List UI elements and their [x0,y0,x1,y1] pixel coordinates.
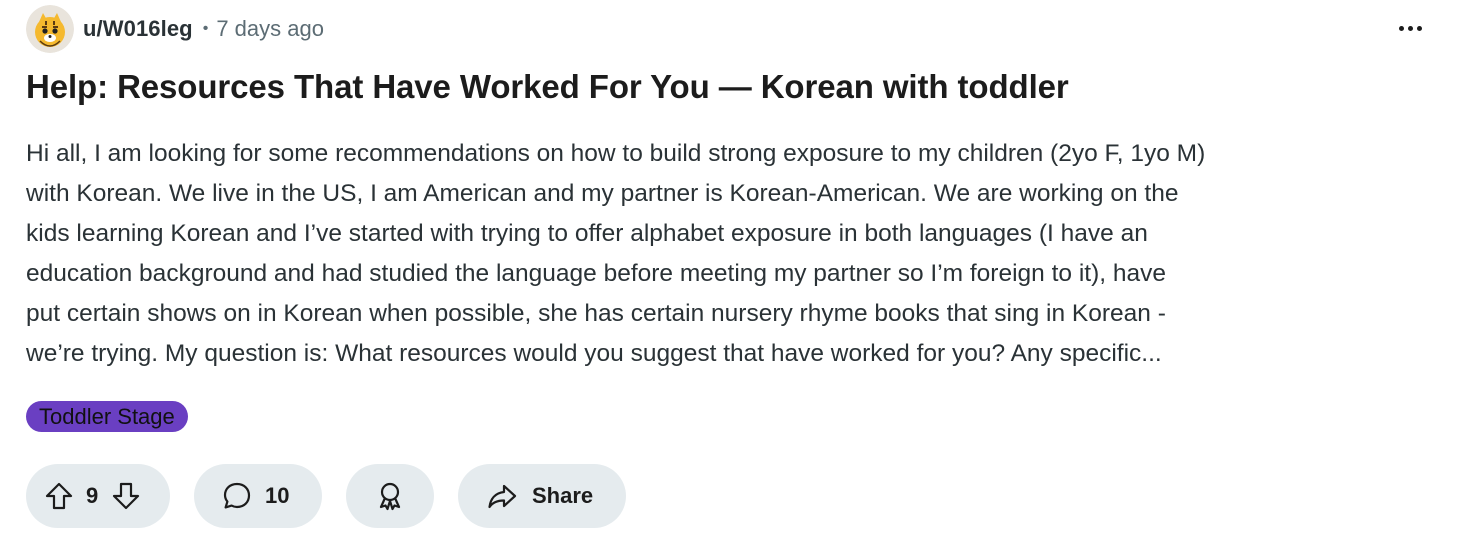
comment-count: 10 [265,483,290,508]
award-button[interactable] [346,464,434,528]
vote-count: 9 [86,483,99,508]
upvote-button[interactable] [44,481,74,511]
post-body-line: kids learning Korean and I’ve started wi… [26,220,1148,247]
post-body-line: education background and had studied the… [26,260,1166,287]
avatar[interactable] [26,5,74,53]
share-arrow-icon [488,484,517,509]
downvote-button[interactable] [111,481,141,511]
award-ribbon-icon [379,482,401,511]
vote-control: 9 [26,464,170,528]
post-flair[interactable]: Toddler Stage [26,401,188,432]
speech-bubble-icon [223,482,251,509]
arrow-up-icon [45,482,73,510]
more-horizontal-icon [1398,25,1404,31]
author-link[interactable]: u/W016leg [83,16,193,42]
post-body-line: Hi all, I am looking for some recommenda… [26,140,1206,167]
post-body-line: we’re trying. My question is: What resou… [26,340,1162,367]
post-body[interactable]: Hi all, I am looking for some recommenda… [26,134,1438,374]
action-bar: 9 10 Share [26,464,650,530]
meta-separator: • [202,20,209,37]
share-label: Share [532,483,594,508]
more-horizontal-icon-dot [1407,25,1413,31]
share-button[interactable]: Share [458,464,626,528]
arrow-down-icon [113,482,140,510]
post-meta: u/W016leg • 7 days ago [26,4,1438,54]
post-body-line: with Korean. We live in the US, I am Ame… [26,180,1179,207]
overflow-menu-button[interactable] [1392,16,1428,40]
more-horizontal-icon-dot [1416,25,1422,31]
post-body-line: put certain shows on in Korean when poss… [26,300,1166,327]
post-card[interactable]: u/W016leg • 7 days ago Help: Resources T… [26,0,1438,542]
comments-button[interactable]: 10 [194,464,322,528]
post-timestamp: 7 days ago [216,16,324,41]
post-title[interactable]: Help: Resources That Have Worked For You… [26,68,1069,106]
